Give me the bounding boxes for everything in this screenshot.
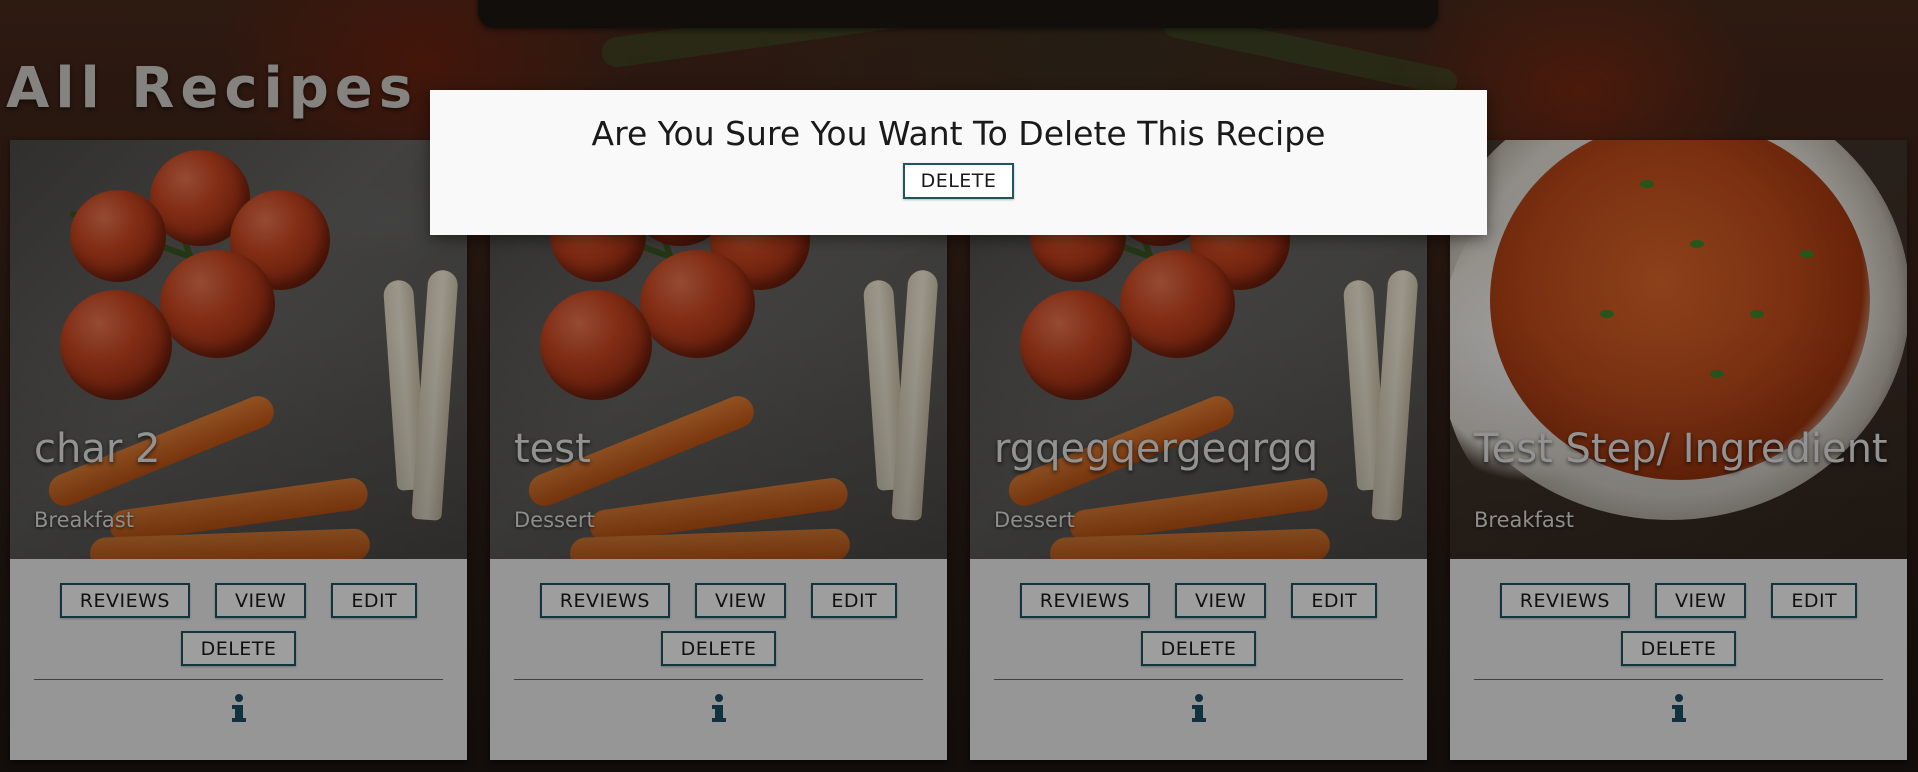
delete-confirm-modal: Are You Sure You Want To Delete This Rec… [430,90,1487,235]
modal-title: Are You Sure You Want To Delete This Rec… [591,114,1326,153]
confirm-delete-button[interactable]: DELETE [902,163,1015,199]
